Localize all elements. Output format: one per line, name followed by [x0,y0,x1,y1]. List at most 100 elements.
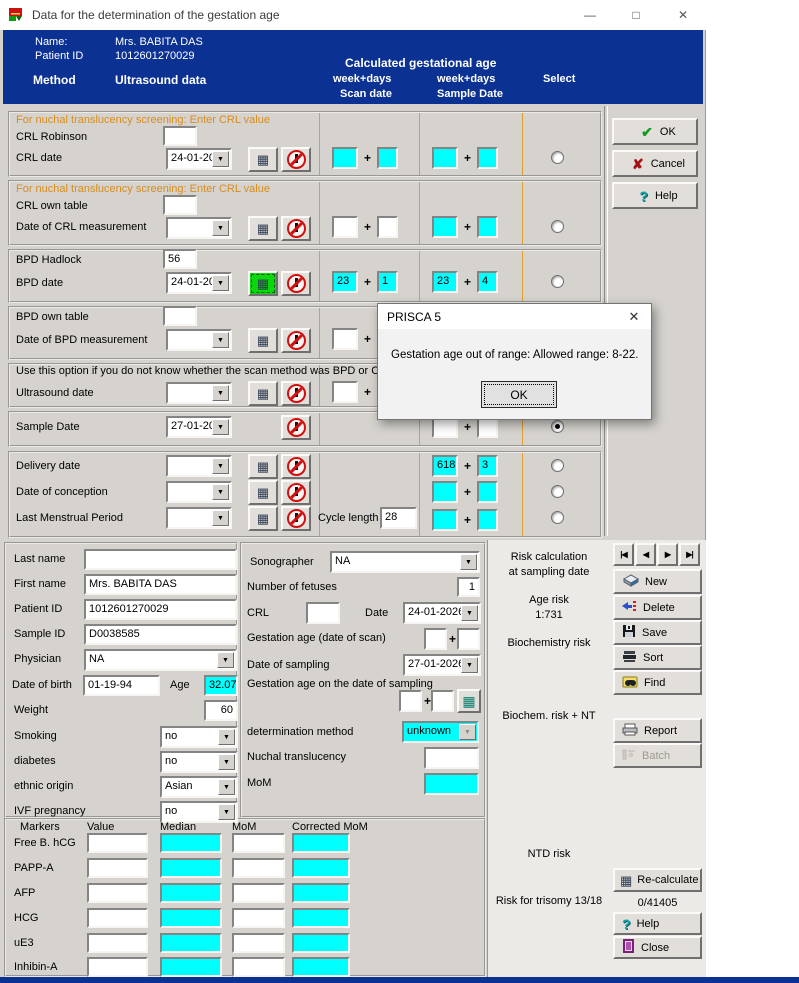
crl-own-calculate-button[interactable]: ▦ [248,216,278,241]
minimize-button[interactable]: — [568,0,612,30]
bpd-own-calculate-button[interactable]: ▦ [248,328,278,353]
marker-value-input[interactable] [87,883,148,903]
dropdown-arrow-icon: ▼ [461,605,478,621]
patient-id-input[interactable]: 1012601270029 [84,599,237,620]
crl-own-clear-button[interactable] [281,216,311,241]
cycle-length-input[interactable]: 28 [380,507,417,529]
crl-date-dropdown[interactable]: 24-01-202 ▼ [166,148,232,170]
lmp-clear-button[interactable] [281,506,311,531]
bpd-own-table-input[interactable] [163,306,197,326]
marker-mom-input[interactable] [232,883,285,903]
crl-own-table-input[interactable] [163,195,197,215]
sample-date-clear-button[interactable] [281,415,311,440]
bpd-own-clear-button[interactable] [281,328,311,353]
help-button-bottom[interactable]: ? Help [613,912,702,935]
determination-method-value: unknown [407,725,452,737]
conception-clear-button[interactable] [281,480,311,505]
select-radio-crl-robinson[interactable] [551,151,564,164]
bpd-date-dropdown[interactable]: 24-01-202 ▼ [166,272,232,294]
smoking-dropdown[interactable]: no ▼ [160,726,238,748]
recalculate-button[interactable]: ▦ Re-calculate [613,868,702,892]
dialog-ok-button[interactable]: OK [481,381,557,408]
bpd-hadlock-input[interactable]: 56 [163,249,197,269]
ga-scan-days-input[interactable] [457,628,480,650]
marker-mom-input[interactable] [232,908,285,928]
marker-value-input[interactable] [87,957,148,977]
marker-mom-input[interactable] [232,858,285,878]
close-app-button[interactable]: Close [613,936,702,959]
sonographer-dropdown[interactable]: NA ▼ [330,551,480,573]
ultrasound-date-dropdown[interactable]: ▼ [166,382,232,404]
delivery-date-dropdown[interactable]: ▼ [166,455,232,477]
dob-input[interactable]: 01-19-94 [83,675,160,696]
last-name-input[interactable] [84,549,237,570]
fetuses-input[interactable]: 1 [457,577,480,597]
maximize-button[interactable]: □ [614,0,658,30]
ga-scan-weeks-input[interactable] [424,628,447,650]
delete-button[interactable]: Delete [613,595,702,620]
marker-mom-input[interactable] [232,833,285,853]
marker-mom-input[interactable] [232,933,285,953]
crl-robinson-input[interactable] [163,126,197,146]
sample-date-dropdown[interactable]: 27-01-202 ▼ [166,416,232,438]
marker-value-input[interactable] [87,858,148,878]
ok-button[interactable]: ✔ OK [612,118,698,145]
delivery-calculate-button[interactable]: ▦ [248,454,278,479]
delivery-clear-button[interactable] [281,454,311,479]
report-button[interactable]: Report [613,718,702,743]
ultrasound-calculate-button[interactable]: ▦ [248,381,278,406]
ivf-dropdown[interactable]: no ▼ [160,801,238,823]
lmp-dropdown[interactable]: ▼ [166,507,232,529]
crl-measurement-date-dropdown[interactable]: ▼ [166,217,232,239]
lmp-calculate-button[interactable]: ▦ [248,506,278,531]
risk-title-line2: at sampling date [508,566,590,578]
ga-sampling-calculate-button[interactable]: ▦ [457,689,481,713]
first-name-input[interactable]: Mrs. BABITA DAS [84,574,237,595]
ultrasound-clear-button[interactable] [281,381,311,406]
new-button[interactable]: New [613,569,702,594]
ga-sampling-weeks-input[interactable] [399,690,422,712]
crl-field-label: CRL [247,607,270,619]
nuchal-translucency-input[interactable] [424,747,479,769]
ethnic-origin-dropdown[interactable]: Asian ▼ [160,776,238,798]
nav-last-button[interactable]: ▶| [679,543,700,566]
marker-mom-input[interactable] [232,957,285,977]
select-radio-bpd-hadlock[interactable] [551,275,564,288]
crl-value-input[interactable] [306,602,340,624]
cancel-button[interactable]: ✘ Cancel [612,150,698,177]
bpd-measurement-date-label: Date of BPD measurement [16,334,148,346]
scan-date-dropdown[interactable]: 24-01-2026 ▼ [403,602,481,624]
help-button-top[interactable]: ? Help [612,182,698,209]
marker-value-input[interactable] [87,933,148,953]
dialog-close-button[interactable]: ✕ [617,304,651,329]
select-radio-lmp[interactable] [551,511,564,524]
bpd-clear-button[interactable] [281,271,311,296]
find-button[interactable]: Find [613,670,702,695]
select-radio-delivery-date[interactable] [551,459,564,472]
nav-next-button[interactable]: ▶ [657,543,678,566]
sort-button[interactable]: Sort [613,645,702,670]
bpd-calculate-button-active[interactable]: ▦ [248,271,278,296]
nav-prev-button[interactable]: ◀ [635,543,656,566]
select-radio-sample-date[interactable] [551,420,564,433]
determination-method-dropdown[interactable]: unknown ▼ [402,721,479,743]
nav-first-button[interactable]: |◀ [613,543,634,566]
sampling-date-dropdown[interactable]: 27-01-2026 ▼ [403,654,481,676]
crl-clear-button[interactable] [281,147,311,172]
select-radio-crl-own-table[interactable] [551,220,564,233]
marker-value-input[interactable] [87,908,148,928]
bpd-measurement-date-dropdown[interactable]: ▼ [166,329,232,351]
sample-id-input[interactable]: D0038585 [84,624,237,645]
diabetes-dropdown[interactable]: no ▼ [160,751,238,773]
close-button[interactable]: ✕ [660,0,706,30]
select-radio-conception[interactable] [551,485,564,498]
batch-button[interactable]: Batch [613,743,702,768]
save-button[interactable]: Save [613,620,702,645]
marker-value-input[interactable] [87,833,148,853]
ga-sampling-days-input[interactable] [431,690,454,712]
weight-input[interactable]: 60 [204,700,238,721]
conception-date-dropdown[interactable]: ▼ [166,481,232,503]
crl-calculate-button[interactable]: ▦ [248,147,278,172]
conception-calculate-button[interactable]: ▦ [248,480,278,505]
physician-dropdown[interactable]: NA ▼ [84,649,237,671]
